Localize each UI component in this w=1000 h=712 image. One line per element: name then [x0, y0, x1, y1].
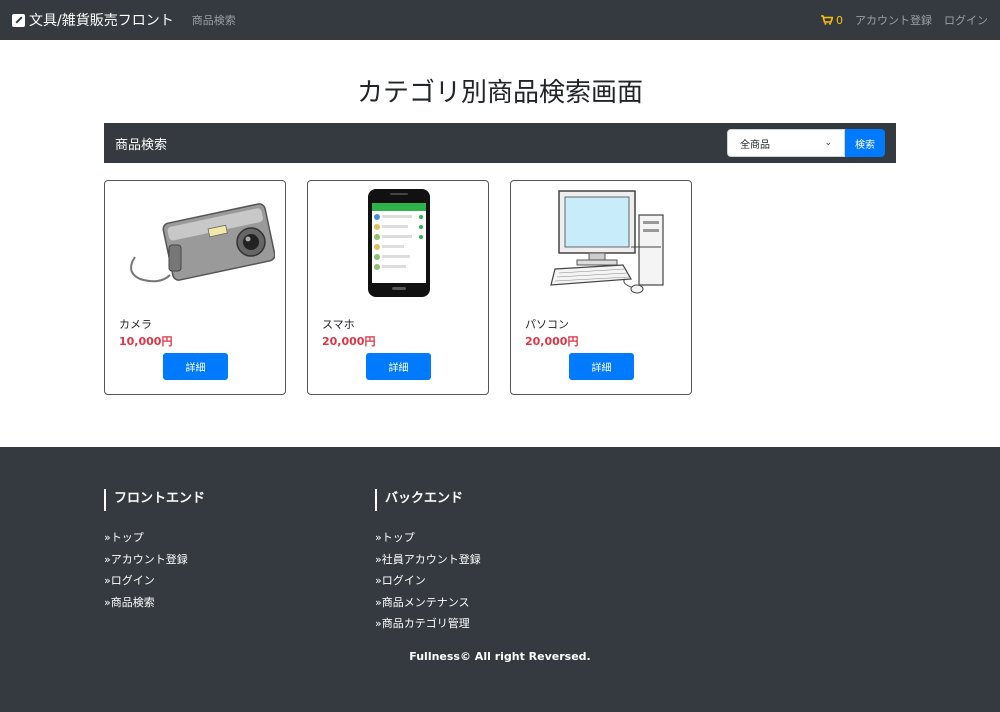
footer-frontend-links: »トップ »アカウント登録 »ログイン »商品検索 [104, 527, 205, 613]
search-bar-title: 商品検索 [115, 137, 168, 153]
product-card-pc: パソコン 20,000円 詳細 [510, 180, 692, 395]
brand-label: 文具/雑貨販売フロント [29, 13, 174, 29]
brand-link[interactable]: 文具/雑貨販売フロント [12, 10, 174, 30]
product-price: 10,000円 [119, 335, 173, 348]
footer-backend-column: バックエンド »トップ »社員アカウント登録 »ログイン »商品メンテナンス »… [375, 489, 481, 635]
category-select-value: 全商品 [740, 139, 770, 151]
footer-link-front-search[interactable]: »商品検索 [104, 592, 205, 614]
footer-link-back-top[interactable]: »トップ [375, 527, 481, 549]
copyright-text: Fullness© All right Reversed. [409, 650, 591, 663]
footer-link-front-account[interactable]: »アカウント登録 [104, 549, 205, 571]
site-footer: フロントエンド »トップ »アカウント登録 »ログイン »商品検索 バックエンド… [0, 447, 1000, 712]
footer-link-back-category-management[interactable]: »商品カテゴリ管理 [375, 613, 481, 635]
chevron-down-icon: ⌄ [824, 138, 832, 148]
search-controls: 全商品 ⌄ 検索 [727, 129, 885, 157]
product-name: カメラ [119, 318, 152, 331]
camera-image [105, 187, 285, 299]
product-card-smartphone: スマホ 20,000円 詳細 [307, 180, 489, 395]
cart-count: 0 [836, 13, 843, 27]
product-price: 20,000円 [525, 335, 579, 348]
footer-link-back-login[interactable]: »ログイン [375, 570, 481, 592]
detail-button[interactable]: 詳細 [569, 353, 634, 380]
footer-link-back-employee-account[interactable]: »社員アカウント登録 [375, 549, 481, 571]
footer-backend-heading: バックエンド [375, 489, 481, 511]
product-card-camera: カメラ 10,000円 詳細 [104, 180, 286, 395]
top-navbar: 文具/雑貨販売フロント 商品検索 0 アカウント登録 ログイン [0, 0, 1000, 40]
pencil-square-icon [12, 13, 25, 27]
product-name: パソコン [525, 318, 569, 331]
product-price: 20,000円 [322, 335, 376, 348]
footer-frontend-column: フロントエンド »トップ »アカウント登録 »ログイン »商品検索 [104, 489, 205, 613]
footer-link-back-product-maintenance[interactable]: »商品メンテナンス [375, 592, 481, 614]
footer-link-front-login[interactable]: »ログイン [104, 570, 205, 592]
nav-product-search-link[interactable]: 商品検索 [192, 12, 236, 28]
smartphone-image [308, 187, 488, 299]
footer-frontend-heading: フロントエンド [104, 489, 205, 511]
page-title: カテゴリ別商品検索画面 [356, 78, 643, 108]
cart-link[interactable]: 0 [821, 14, 843, 27]
desktop-pc-image [511, 187, 691, 299]
footer-backend-links: »トップ »社員アカウント登録 »ログイン »商品メンテナンス »商品カテゴリ管… [375, 527, 481, 635]
product-name: スマホ [322, 318, 355, 331]
cart-icon [821, 15, 833, 25]
nav-login-link[interactable]: ログイン [944, 12, 988, 28]
nav-account-register-link[interactable]: アカウント登録 [855, 12, 932, 28]
search-button[interactable]: 検索 [845, 129, 885, 157]
detail-button[interactable]: 詳細 [366, 353, 431, 380]
footer-link-front-top[interactable]: »トップ [104, 527, 205, 549]
nav-right-group: 0 アカウント登録 ログイン [821, 12, 988, 28]
detail-button[interactable]: 詳細 [163, 353, 228, 380]
category-select[interactable]: 全商品 ⌄ [727, 129, 845, 157]
search-bar: 商品検索 全商品 ⌄ 検索 [104, 123, 896, 163]
